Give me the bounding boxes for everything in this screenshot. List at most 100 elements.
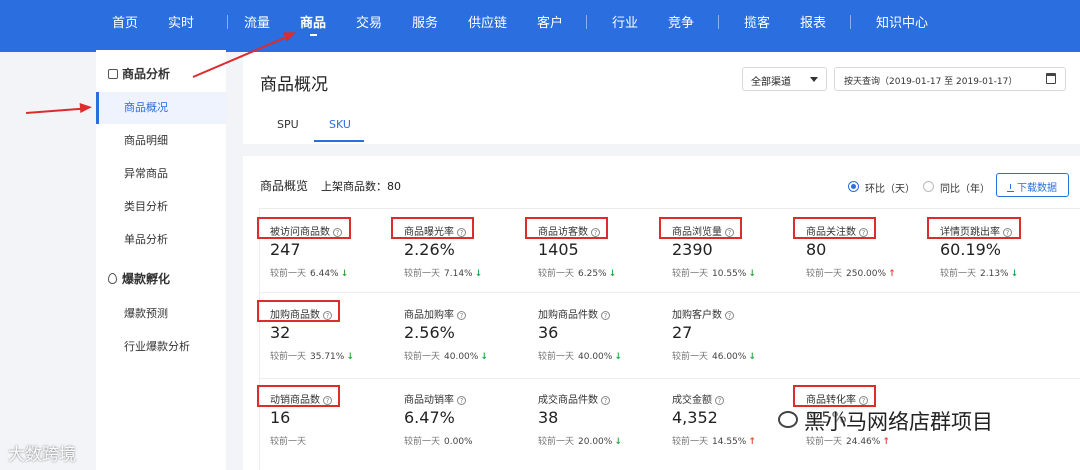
- metric-label: 加购商品件数?: [538, 306, 610, 321]
- radio-label-year-over-year[interactable]: 同比（年）: [940, 180, 990, 195]
- sidebar-group-label: 商品分析: [122, 67, 171, 81]
- arrow-up-icon: ↑: [888, 269, 896, 279]
- nav-item-acquisition[interactable]: 揽客: [744, 12, 770, 31]
- compare-label: 较前一天: [270, 269, 307, 279]
- download-label: 下载数据: [1017, 183, 1057, 194]
- highlight-box: [793, 385, 876, 407]
- sidebar: 商品分析 商品概况 商品明细 异常商品 类目分析 单品分析 爆款孵化 爆款预测 …: [96, 50, 226, 470]
- nav-item-service[interactable]: 服务: [412, 12, 438, 31]
- listed-product-count: 上架商品数：80: [321, 180, 401, 193]
- metric-value: 16: [270, 408, 291, 427]
- sidebar-item-category-analysis[interactable]: 类目分析: [96, 191, 226, 223]
- metric-compare: 较前一天 35.71% ↓: [270, 349, 354, 362]
- help-icon[interactable]: ?: [601, 396, 610, 405]
- sidebar-item-single-product-analysis[interactable]: 单品分析: [96, 224, 226, 256]
- highlight-box: [659, 217, 742, 239]
- metric-cell: 商品加购率? 2.56% 较前一天 40.00% ↓: [404, 306, 534, 386]
- sidebar-item-product-details[interactable]: 商品明细: [96, 125, 226, 157]
- compare-percent: 2.13%: [980, 269, 1009, 279]
- help-icon[interactable]: ?: [457, 396, 466, 405]
- nav-item-customers[interactable]: 客户: [537, 12, 563, 31]
- arrow-up-icon: ↑: [748, 437, 756, 447]
- metric-value: 80: [806, 240, 827, 259]
- metric-label-text: 加购客户数: [672, 310, 722, 321]
- compare-percent: 6.25%: [578, 269, 607, 279]
- tab-sku[interactable]: SKU: [329, 118, 351, 131]
- metric-value: 27: [672, 323, 693, 342]
- sidebar-item-abnormal-products[interactable]: 异常商品: [96, 158, 226, 190]
- arrow-down-icon: ↓: [340, 269, 349, 279]
- date-range-picker[interactable]: 按天查询（2019-01-17 至 2019-01-17）: [834, 67, 1066, 91]
- compare-label: 较前一天: [806, 437, 843, 447]
- compare-percent: 24.46%: [846, 437, 881, 447]
- nav-item-products[interactable]: 商品: [300, 12, 326, 36]
- annotation-arrow-head: [79, 102, 93, 113]
- sidebar-item-product-overview[interactable]: 商品概况: [96, 92, 226, 124]
- highlight-box: [525, 217, 608, 239]
- radio-label-day-over-day[interactable]: 环比（天）: [865, 180, 915, 195]
- metric-cell: 成交商品件数? 38 较前一天 20.00% ↓: [538, 391, 668, 470]
- metric-compare: 较前一天 14.55% ↑: [672, 434, 756, 447]
- metric-value: 6.47%: [404, 408, 455, 427]
- bag-icon: [108, 69, 118, 79]
- help-icon[interactable]: ?: [457, 311, 466, 320]
- compare-percent: 6.44%: [310, 269, 339, 279]
- metric-compare: 较前一天 2.13% ↓: [940, 266, 1019, 279]
- sidebar-group-hot-incubation[interactable]: 爆款孵化: [108, 270, 170, 287]
- arrow-down-icon: ↓: [1010, 269, 1019, 279]
- radio-year-over-year[interactable]: [923, 181, 934, 192]
- nav-item-knowledge-center[interactable]: 知识中心: [876, 12, 928, 31]
- metric-cell: 加购客户数? 27 较前一天 46.00% ↓: [672, 306, 802, 386]
- metric-label: 成交金额?: [672, 391, 724, 406]
- help-icon[interactable]: ?: [715, 396, 724, 405]
- metric-value: 2.26%: [404, 240, 455, 259]
- metric-cell: 商品动销率? 6.47% 较前一天 0.00%: [404, 391, 534, 470]
- nav-item-traffic[interactable]: 流量: [244, 12, 270, 31]
- nav-item-industry[interactable]: 行业: [612, 12, 638, 31]
- tab-spu[interactable]: SPU: [277, 118, 299, 131]
- download-data-button[interactable]: 下载数据: [996, 173, 1069, 197]
- channel-select[interactable]: 全部渠道: [742, 67, 827, 91]
- nav-item-supply-chain[interactable]: 供应链: [468, 12, 507, 31]
- metric-value: 36: [538, 323, 559, 342]
- metric-value: 247: [270, 240, 301, 259]
- nav-item-competition[interactable]: 竞争: [668, 12, 694, 31]
- calendar-icon: [1046, 73, 1056, 84]
- sidebar-item-industry-hot-analysis[interactable]: 行业爆款分析: [96, 331, 226, 363]
- help-icon[interactable]: ?: [725, 311, 734, 320]
- metric-compare: 较前一天 250.00% ↑: [806, 266, 896, 279]
- nav-item-realtime[interactable]: 实时: [168, 12, 194, 31]
- highlight-box: [927, 217, 1021, 239]
- compare-label: 较前一天: [672, 269, 709, 279]
- metric-compare: 较前一天: [270, 434, 306, 447]
- nav-item-reports[interactable]: 报表: [800, 12, 826, 31]
- highlight-box: [391, 217, 474, 239]
- highlight-box: [793, 217, 876, 239]
- compare-label: 较前一天: [538, 352, 575, 362]
- highlight-box: [257, 385, 340, 407]
- help-icon[interactable]: ?: [601, 311, 610, 320]
- download-icon: [1007, 184, 1014, 192]
- sidebar-group-product-analysis[interactable]: 商品分析: [108, 65, 170, 82]
- nav-item-trade[interactable]: 交易: [356, 12, 382, 31]
- date-range-value: 按天查询（2019-01-17 至 2019-01-17）: [844, 77, 1018, 87]
- highlight-box: [257, 217, 351, 239]
- compare-percent: 7.14%: [444, 269, 473, 279]
- nav-divider: [227, 15, 228, 29]
- annotation-arrow-line: [25, 107, 83, 114]
- compare-label: 较前一天: [404, 269, 441, 279]
- arrow-down-icon: ↓: [614, 352, 622, 362]
- caret-down-icon: [810, 77, 818, 82]
- nav-divider: [586, 15, 587, 29]
- channel-select-value: 全部渠道: [751, 77, 791, 88]
- sidebar-group-label: 爆款孵化: [122, 272, 171, 286]
- radio-day-over-day[interactable]: [848, 181, 859, 192]
- nav-item-home[interactable]: 首页: [112, 12, 138, 31]
- overview-title: 商品概览: [260, 179, 309, 193]
- sidebar-item-hot-prediction[interactable]: 爆款预测: [96, 298, 226, 330]
- compare-percent: 40.00%: [444, 352, 479, 362]
- compare-percent: 35.71%: [310, 352, 345, 362]
- metric-compare: 较前一天 20.00% ↓: [538, 434, 622, 447]
- metric-compare: 较前一天 6.25% ↓: [538, 266, 617, 279]
- compare-label: 较前一天: [404, 437, 441, 447]
